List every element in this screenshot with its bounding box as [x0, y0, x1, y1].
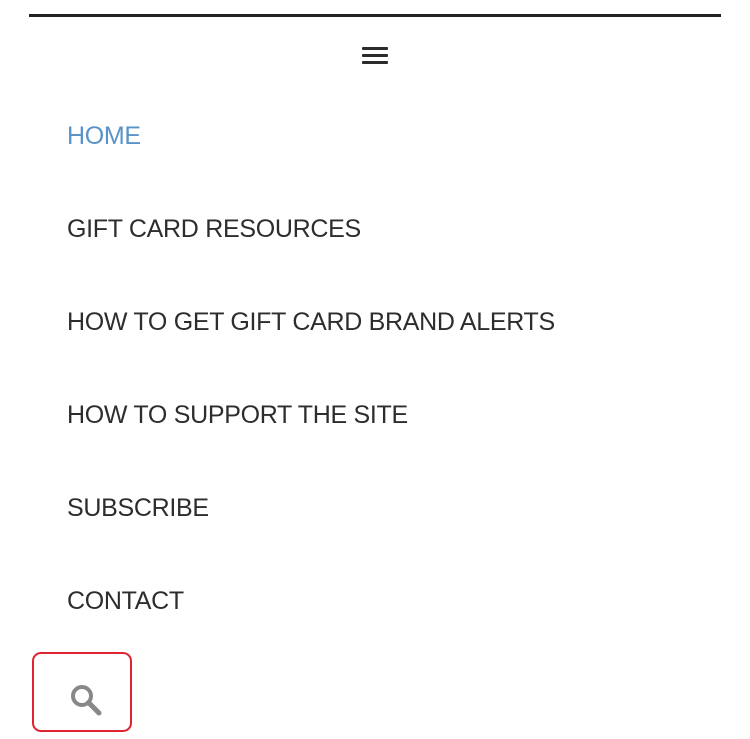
nav-menu: HOME GIFT CARD RESOURCES HOW TO GET GIFT… — [67, 118, 555, 676]
hamburger-bar — [362, 61, 388, 64]
search-button[interactable] — [32, 652, 132, 732]
hamburger-bar — [362, 54, 388, 57]
nav-item-brand-alerts[interactable]: HOW TO GET GIFT CARD BRAND ALERTS — [67, 304, 555, 397]
nav-item-gift-card-resources[interactable]: GIFT CARD RESOURCES — [67, 211, 555, 304]
nav-item-support-site[interactable]: HOW TO SUPPORT THE SITE — [67, 397, 555, 490]
top-divider — [29, 14, 721, 17]
nav-item-home[interactable]: HOME — [67, 118, 555, 211]
nav-item-subscribe[interactable]: SUBSCRIBE — [67, 490, 555, 583]
hamburger-menu-icon[interactable] — [362, 44, 388, 66]
hamburger-bar — [362, 47, 388, 50]
nav-item-contact[interactable]: CONTACT — [67, 583, 555, 676]
search-icon — [71, 685, 102, 716]
